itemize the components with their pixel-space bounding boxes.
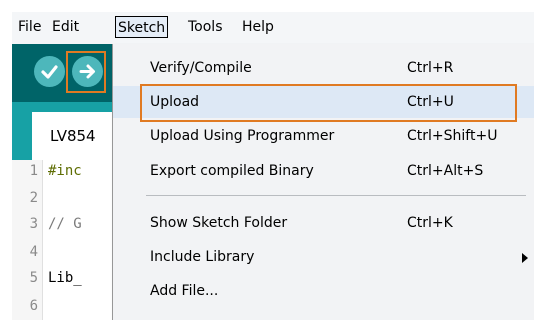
line-number: 4 bbox=[29, 244, 38, 260]
submenu-arrow-icon bbox=[522, 253, 528, 263]
menu-item-include-library[interactable]: Include Library bbox=[113, 241, 534, 273]
menu-item-add-file[interactable]: Add File... bbox=[113, 275, 534, 307]
code-line: Lib_ bbox=[48, 270, 82, 286]
line-number: 5 bbox=[29, 270, 38, 286]
check-icon bbox=[41, 65, 58, 79]
menu-item-show-sketch-folder[interactable]: Show Sketch Folder Ctrl+K bbox=[113, 207, 534, 239]
tab-bar: LV854 bbox=[12, 102, 122, 160]
line-number: 2 bbox=[29, 190, 38, 206]
line-number: 6 bbox=[29, 298, 38, 314]
menu-item-label: Export compiled Binary bbox=[150, 163, 314, 179]
menu-help[interactable]: Help bbox=[238, 16, 278, 38]
menu-item-verify-compile[interactable]: Verify/Compile Ctrl+R bbox=[113, 52, 534, 84]
tab-sketch[interactable]: LV854 bbox=[32, 112, 122, 160]
menu-item-label: Add File... bbox=[150, 283, 219, 299]
menu-item-label: Include Library bbox=[150, 249, 255, 265]
menu-item-upload-using-programmer[interactable]: Upload Using Programmer Ctrl+Shift+U bbox=[113, 120, 534, 152]
menu-edit[interactable]: Edit bbox=[48, 16, 83, 38]
line-number: 1 bbox=[29, 163, 38, 179]
menu-item-shortcut: Ctrl+R bbox=[407, 60, 454, 76]
menu-bar: File Edit Sketch Tools Help bbox=[12, 12, 534, 45]
menu-item-label: Upload Using Programmer bbox=[150, 128, 335, 144]
menu-file[interactable]: File bbox=[14, 16, 45, 38]
menu-separator bbox=[146, 195, 526, 196]
menu-item-label: Verify/Compile bbox=[150, 60, 252, 76]
line-number-gutter: 1 2 3 4 5 6 bbox=[12, 160, 43, 320]
upload-menu-highlight bbox=[140, 84, 517, 122]
verify-button[interactable] bbox=[34, 56, 65, 87]
menu-item-shortcut: Ctrl+Shift+U bbox=[407, 128, 498, 144]
code-line: // G bbox=[48, 216, 82, 232]
line-number: 3 bbox=[29, 216, 38, 232]
menu-item-label: Show Sketch Folder bbox=[150, 215, 288, 231]
menu-item-export-compiled-binary[interactable]: Export compiled Binary Ctrl+Alt+S bbox=[113, 155, 534, 187]
upload-button-highlight bbox=[66, 51, 106, 93]
code-editor[interactable]: 1 2 3 4 5 6 #inc // G Lib_ bbox=[12, 160, 122, 320]
code-line: #inc bbox=[48, 163, 82, 179]
menu-tools[interactable]: Tools bbox=[184, 16, 227, 38]
menu-item-shortcut: Ctrl+K bbox=[407, 215, 453, 231]
menu-sketch[interactable]: Sketch bbox=[115, 16, 169, 38]
menu-item-shortcut: Ctrl+Alt+S bbox=[407, 163, 484, 179]
